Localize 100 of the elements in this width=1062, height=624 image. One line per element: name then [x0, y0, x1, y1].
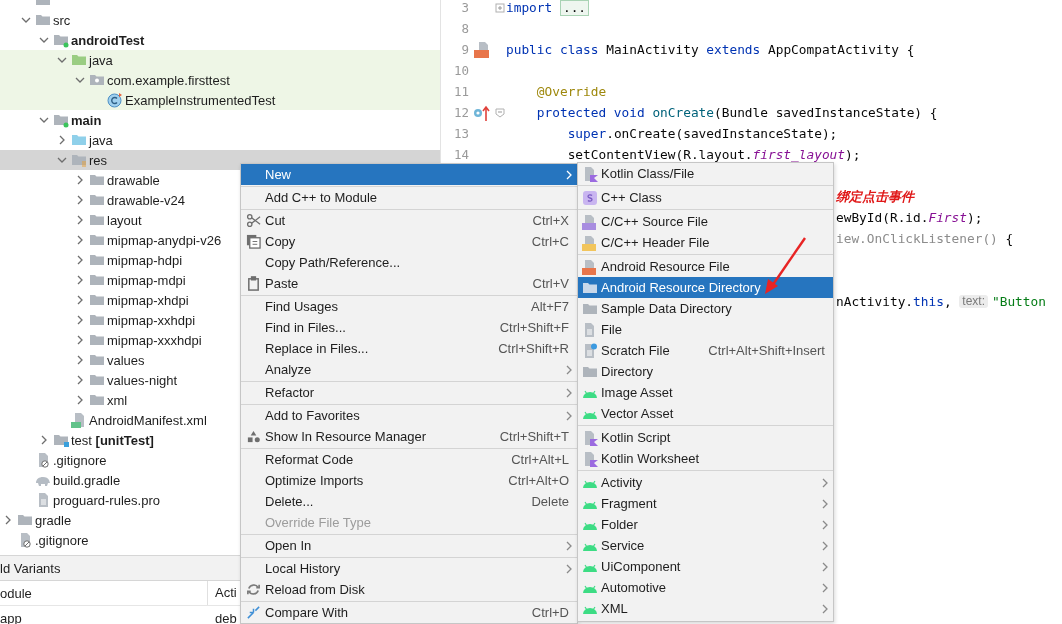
menu-item[interactable]: Kotlin Worksheet	[578, 448, 833, 469]
folder-icon	[89, 292, 105, 308]
tree-row[interactable]: java	[0, 130, 440, 150]
folder-icon	[35, 12, 51, 28]
menu-item[interactable]: Paste Ctrl+V	[241, 273, 577, 294]
menu-item[interactable]: Delete... Delete	[241, 491, 577, 512]
menu-item[interactable]: Show In Resource Manager Ctrl+Shift+T	[241, 426, 577, 447]
class-icon	[581, 189, 598, 206]
shortcut-label: Ctrl+Shift+F	[499, 320, 569, 335]
code-text: MainActivity	[606, 43, 700, 56]
menu-item[interactable]: Local History	[241, 558, 577, 579]
copy-icon	[245, 234, 261, 249]
code-text: first_layout	[752, 148, 845, 161]
code-text: iew.OnClickListener()	[836, 232, 999, 245]
menu-item[interactable]: Add to Favorites	[241, 405, 577, 426]
menu-item[interactable]: UiComponent	[578, 556, 833, 577]
header-file-icon	[581, 234, 598, 251]
menu-item[interactable]: Add C++ to Module	[241, 187, 577, 208]
menu-item[interactable]: C++ Class	[578, 187, 833, 208]
tree-item-label: .gitignore	[35, 532, 89, 548]
menu-item[interactable]: Directory	[578, 361, 833, 382]
resource-file-icon	[581, 258, 598, 275]
tree-row[interactable]: ExampleInstrumentedTest	[0, 90, 440, 110]
menu-item[interactable]: Find in Files... Ctrl+Shift+F	[241, 317, 577, 338]
module-folder-icon	[53, 32, 69, 48]
menu-item[interactable]: File	[578, 319, 833, 340]
menu-item[interactable]: XML	[578, 598, 833, 619]
code-text: setContentView(R.layout.	[566, 148, 753, 161]
layout-file-icon[interactable]	[473, 40, 491, 59]
module-folder-icon	[53, 112, 69, 128]
override-icon[interactable]	[473, 103, 491, 122]
folder-icon	[89, 212, 105, 228]
menu-item[interactable]: Compare With Ctrl+D	[241, 602, 577, 623]
tree-row[interactable]: java	[0, 50, 440, 70]
menu-item[interactable]: Scratch File Ctrl+Alt+Shift+Insert	[578, 340, 833, 361]
menu-item[interactable]: Android Resource File	[578, 256, 833, 277]
line-number: 11	[452, 84, 469, 99]
line-number: 3	[460, 0, 469, 15]
column-header: odule	[0, 585, 33, 601]
menu-item[interactable]: New	[241, 164, 577, 185]
code-text: import	[506, 1, 554, 14]
menu-item[interactable]: Sample Data Directory	[578, 298, 833, 319]
menu-item[interactable]: Find Usages Alt+F7	[241, 296, 577, 317]
shortcut-label: Ctrl+X	[532, 213, 569, 228]
menu-item[interactable]: Copy Path/Reference...	[241, 252, 577, 273]
code-text: nActivity.	[836, 295, 914, 308]
shortcut-label: Ctrl+D	[531, 605, 569, 620]
tree-row[interactable]: com.example.firsttest	[0, 70, 440, 90]
menu-item[interactable]: Reload from Disk	[241, 579, 577, 600]
folder-icon	[89, 372, 105, 388]
menu-item[interactable]: Kotlin Script	[578, 427, 833, 448]
menu-item[interactable]: Android Resource Directory	[578, 277, 833, 298]
tree-item-label: main	[71, 112, 102, 128]
tree-item-label: drawable-v24	[107, 192, 186, 208]
tree-item-label: build.gradle	[53, 472, 121, 488]
menu-item[interactable]: Service	[578, 535, 833, 556]
menu-item[interactable]: C/C++ Source File	[578, 211, 833, 232]
compare-icon	[245, 605, 261, 620]
folder-icon	[89, 232, 105, 248]
fold-marker-icon[interactable]	[495, 2, 505, 13]
code-text: public class	[506, 43, 600, 56]
menu-item[interactable]: Automotive	[578, 577, 833, 598]
tree-item-label: mipmap-xxxhdpi	[107, 332, 202, 348]
menu-item[interactable]: Copy Ctrl+C	[241, 231, 577, 252]
reload-icon	[245, 582, 261, 597]
tree-item-label: androidTest	[71, 32, 145, 48]
tree-item-label: layout	[107, 212, 142, 228]
line-number: 8	[460, 21, 469, 36]
menu-item[interactable]: Open In	[241, 535, 577, 556]
code-text: AppCompatActivity {	[768, 43, 915, 56]
folder-icon	[71, 132, 87, 148]
tree-item-label: ExampleInstrumentedTest	[125, 92, 276, 108]
menu-item[interactable]: Optimize Imports Ctrl+Alt+O	[241, 470, 577, 491]
menu-item[interactable]: Analyze	[241, 359, 577, 380]
code-text: super	[566, 127, 607, 140]
tree-row[interactable]: src	[0, 10, 440, 30]
tree-item-label: test [unitTest]	[71, 432, 154, 448]
menu-item[interactable]: Image Asset	[578, 382, 833, 403]
menu-item[interactable]: Refactor	[241, 382, 577, 403]
tree-item-label: AndroidManifest.xml	[89, 412, 207, 428]
tree-row[interactable]: main	[0, 110, 440, 130]
menu-item[interactable]: Vector Asset	[578, 403, 833, 424]
folder-icon	[89, 172, 105, 188]
tree-row[interactable]: androidTest	[0, 30, 440, 50]
menu-item[interactable]: Fragment	[578, 493, 833, 514]
test-folder-icon	[53, 432, 69, 448]
menu-item[interactable]: Reformat Code Ctrl+Alt+L	[241, 449, 577, 470]
fold-marker-icon[interactable]	[495, 107, 505, 118]
menu-item[interactable]: Cut Ctrl+X	[241, 210, 577, 231]
tree-item-label: java	[89, 132, 113, 148]
menu-item[interactable]: C/C++ Header File	[578, 232, 833, 253]
tree-item-label: res	[89, 152, 108, 168]
menu-item[interactable]: Folder	[578, 514, 833, 535]
tree-item-label: gradle	[35, 512, 72, 528]
menu-item[interactable]: Activity	[578, 472, 833, 493]
menu-item[interactable]: Kotlin Class/File	[578, 163, 833, 184]
menu-item[interactable]: Replace in Files... Ctrl+Shift+R	[241, 338, 577, 359]
shortcut-label: Delete	[531, 494, 569, 509]
code-text: ,	[943, 295, 953, 308]
folder-icon	[89, 272, 105, 288]
